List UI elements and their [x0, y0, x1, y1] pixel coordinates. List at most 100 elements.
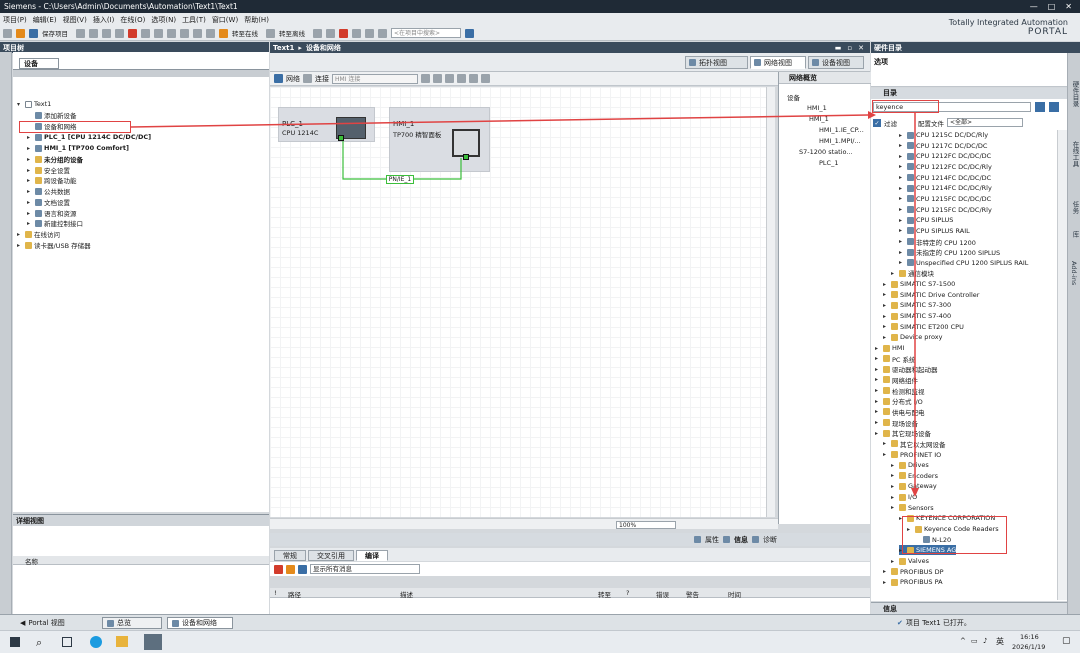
network-mode-icon[interactable]	[274, 74, 283, 83]
catalog-tree-item[interactable]: ▸ Device proxy	[883, 332, 942, 342]
edge-browser-icon[interactable]	[90, 636, 102, 648]
catalog-tree-item[interactable]: ▸ CPU 1215FC DC/DC/Rly	[899, 205, 992, 215]
editor-minimize-icon[interactable]: ▬	[835, 44, 842, 52]
expand-arrow-icon[interactable]: ▸	[891, 558, 897, 565]
expand-arrow-icon[interactable]: ▸	[875, 419, 881, 426]
overview-row[interactable]: S7-1200 statio...	[799, 147, 853, 157]
expand-arrow-icon[interactable]: ▸	[883, 302, 889, 309]
catalog-tree-item[interactable]: ▸ Valves	[891, 556, 929, 566]
expand-arrow-icon[interactable]: ▸	[27, 177, 33, 184]
menu-project[interactable]: 项目(P)	[3, 15, 27, 25]
volume-icon[interactable]: ♪	[983, 637, 987, 645]
catalog-tree-item[interactable]: ▸ 其它现场设备	[875, 428, 931, 438]
catalog-tree-item[interactable]: ▸ CPU SIPLUS	[899, 215, 953, 225]
catalog-tree-item[interactable]: ▸ 检测和监视	[875, 386, 925, 396]
project-tree-item[interactable]: ▸ 新建控制接口	[27, 218, 83, 228]
project-tree-item[interactable]: ▸ 跨设备功能	[27, 175, 77, 185]
catalog-tree-item[interactable]: ▸ SIMATIC Drive Controller	[883, 290, 979, 300]
expand-arrow-icon[interactable]: ▸	[875, 366, 881, 373]
windows-start-icon[interactable]	[10, 637, 20, 647]
expand-arrow-icon[interactable]: ▸	[899, 227, 905, 234]
paste-icon[interactable]	[115, 28, 124, 38]
catalog-tree-item[interactable]: ▸ PROFIBUS PA	[883, 577, 943, 587]
menu-online[interactable]: 在线(O)	[120, 15, 145, 25]
catalog-tree-item[interactable]: ▸ CPU 1215C DC/DC/Rly	[899, 130, 988, 140]
project-search-input[interactable]: <在项目中搜索>	[391, 28, 461, 38]
expand-arrow-icon[interactable]: ▸	[17, 231, 23, 238]
expand-arrow-icon[interactable]: ▸	[883, 323, 889, 330]
layout-icon[interactable]	[457, 74, 466, 83]
project-tree-item[interactable]: ▸ 文档设置	[27, 197, 70, 207]
catalog-tree-item[interactable]: ▸ CPU 1215FC DC/DC/DC	[899, 194, 991, 204]
expand-arrow-icon[interactable]: ▸	[899, 153, 905, 160]
project-tree-item[interactable]: ▸ HMI_1 [TP700 Comfort]	[27, 143, 129, 153]
maximize-button[interactable]: □	[1048, 2, 1056, 11]
table-icon[interactable]	[445, 74, 454, 83]
overview-row[interactable]: HMI_1	[807, 103, 827, 113]
expand-arrow-icon[interactable]: ▸	[883, 281, 889, 288]
file-explorer-icon[interactable]	[116, 636, 128, 647]
maximize-editor-icon[interactable]	[378, 28, 387, 38]
catalog-tree-item[interactable]: ▸ PC 系统	[875, 354, 916, 364]
expand-arrow-icon[interactable]: ▸	[891, 462, 897, 469]
catalog-tree-item[interactable]: ▸ 驱动器和起动器	[875, 364, 938, 374]
minimize-button[interactable]: —	[1030, 2, 1038, 11]
go-offline-icon[interactable]	[266, 28, 275, 38]
catalog-tree-item[interactable]: ▸ 其它以太网设备	[883, 439, 946, 449]
expand-arrow-icon[interactable]: ▸	[891, 504, 897, 511]
expand-arrow-icon[interactable]: ▸	[883, 451, 889, 458]
expand-arrow-icon[interactable]: ▸	[883, 313, 889, 320]
tab-diagnostics[interactable]: 诊断	[763, 535, 777, 545]
catalog-tree-item[interactable]: ▸ 分布式 I/O	[875, 396, 923, 406]
catalog-tree-item[interactable]: ▸ 非特定的 CPU 1200	[899, 237, 976, 247]
print-icon[interactable]	[76, 28, 85, 38]
split-vertical-icon[interactable]	[365, 28, 374, 38]
network-mode-button[interactable]: 网络	[286, 74, 300, 84]
tab-info[interactable]: 信息	[734, 535, 748, 545]
copy-icon[interactable]	[102, 28, 111, 38]
expand-arrow-icon[interactable]: ▸	[891, 494, 897, 501]
task-view-icon[interactable]	[62, 637, 72, 647]
catalog-tree-item[interactable]: ▸ HMI	[875, 343, 904, 353]
catalog-tree-item[interactable]: ▸ I/O	[891, 492, 917, 502]
expand-arrow-icon[interactable]: ▸	[899, 142, 905, 149]
project-tree-item[interactable]: ▸ 未分组的设备	[27, 154, 83, 164]
search-down-icon[interactable]	[1035, 102, 1045, 112]
catalog-tree-item[interactable]: ▸ CPU 1212FC DC/DC/DC	[899, 151, 991, 161]
catalog-tree-item[interactable]: ▸ 通信模块	[891, 268, 934, 278]
notification-icon[interactable]: ▢	[1062, 636, 1071, 646]
expand-arrow-icon[interactable]: ▸	[883, 334, 889, 341]
task-overview[interactable]: 总览	[102, 617, 162, 629]
editor-float-icon[interactable]: ▫	[847, 44, 852, 52]
cross-reference-icon[interactable]	[326, 28, 335, 38]
clock-date[interactable]: 2026/1/19	[1012, 643, 1045, 651]
connections-button[interactable]: 连接	[315, 74, 329, 84]
catalog-tree-item[interactable]: ▸ CPU 1214FC DC/DC/Rly	[899, 183, 992, 193]
expand-arrow-icon[interactable]: ▸	[875, 430, 881, 437]
project-tree-item[interactable]: ▸ PLC_1 [CPU 1214C DC/DC/DC]	[27, 132, 151, 142]
stop-cpu-icon[interactable]	[339, 28, 348, 38]
expand-arrow-icon[interactable]: ▸	[883, 440, 889, 447]
menu-tools[interactable]: 工具(T)	[182, 15, 206, 25]
message-column-header[interactable]: !	[274, 589, 277, 597]
expand-arrow-icon[interactable]: ▸	[875, 398, 881, 405]
project-tree-item[interactable]: ▸ 语言和资源	[27, 208, 77, 218]
search-icon[interactable]	[465, 28, 474, 38]
tab-libraries[interactable]: 库	[1070, 231, 1080, 238]
catalog-tree-item[interactable]: ▸ Drives	[891, 460, 929, 470]
catalog-tree-item[interactable]: ▸ CPU 1212FC DC/DC/Rly	[899, 162, 992, 172]
expand-arrow-icon[interactable]: ▸	[899, 238, 905, 245]
tab-cross-reference[interactable]: 交叉引用	[308, 550, 354, 561]
clock-time[interactable]: 16:16	[1020, 633, 1039, 641]
network-overview-title[interactable]: 网络概览	[779, 72, 871, 84]
hw-options-title[interactable]: 选项	[874, 57, 888, 67]
project-tree-item[interactable]: 添加新设备	[27, 110, 77, 120]
expand-arrow-icon[interactable]: ▸	[891, 483, 897, 490]
menu-options[interactable]: 选项(N)	[151, 15, 176, 25]
overview-row[interactable]: HMI_1.MPI/...	[819, 136, 861, 146]
expand-arrow-icon[interactable]: ▸	[27, 134, 33, 141]
expand-arrow-icon[interactable]: ▸	[899, 206, 905, 213]
save-icon[interactable]	[29, 28, 38, 38]
network-tray-icon[interactable]: ▭	[971, 637, 978, 645]
project-tree-item[interactable]: ▾ Text1	[17, 99, 51, 109]
